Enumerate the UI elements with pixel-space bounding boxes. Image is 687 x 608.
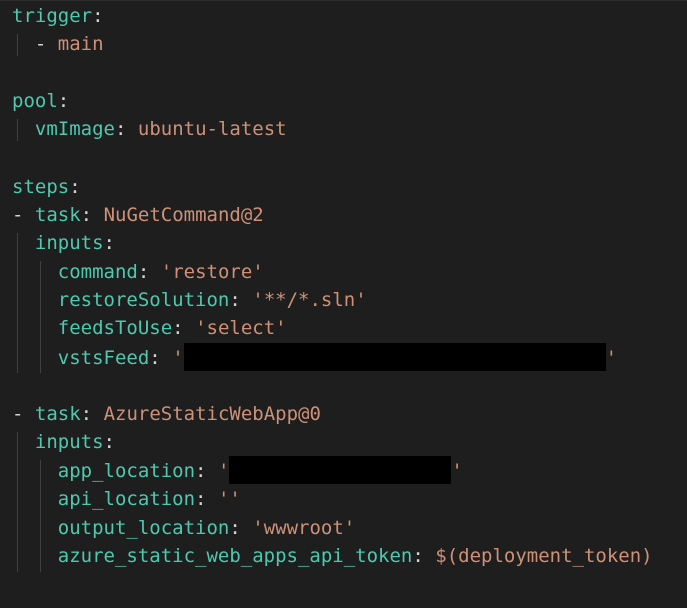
code-line-trigger-item: - main bbox=[34, 33, 104, 55]
code-line-output-location: output_location: 'wwwroot' bbox=[57, 517, 356, 539]
yaml-key: output_location bbox=[57, 517, 230, 539]
code-line-app-location: app_location: ' ' bbox=[12, 455, 463, 484]
code-line-api-token: azure_static_web_apps_api_token: $(deplo… bbox=[57, 545, 653, 567]
yaml-value: 'select' bbox=[195, 317, 287, 339]
yaml-value: '**/*.sln' bbox=[252, 289, 367, 311]
yaml-value: ubuntu-latest bbox=[137, 118, 287, 140]
yaml-value: NuGetCommand@2 bbox=[103, 204, 264, 226]
yaml-value: '' bbox=[217, 488, 241, 510]
redaction-block bbox=[229, 455, 452, 484]
yaml-key: task bbox=[34, 403, 81, 425]
code-line-task1: - task: NuGetCommand@2 bbox=[12, 204, 264, 226]
yaml-key: inputs bbox=[34, 232, 104, 254]
code-line-steps: steps: bbox=[12, 176, 81, 198]
yaml-key: inputs bbox=[34, 431, 104, 453]
yaml-key: trigger bbox=[12, 5, 93, 27]
yaml-key: task bbox=[34, 204, 81, 226]
yaml-key: app_location bbox=[57, 460, 196, 482]
yaml-key: vstsFeed bbox=[57, 347, 150, 369]
code-line-feeds: feedsToUse: 'select' bbox=[57, 317, 287, 339]
yaml-value: $(deployment_token) bbox=[435, 545, 653, 567]
yaml-key: restoreSolution bbox=[57, 289, 230, 311]
code-line-restore-solution: restoreSolution: '**/*.sln' bbox=[57, 289, 367, 311]
yaml-key: feedsToUse bbox=[57, 317, 173, 339]
yaml-key: azure_static_web_apps_api_token bbox=[57, 545, 413, 567]
yaml-key: steps bbox=[12, 176, 70, 198]
yaml-key: vmImage bbox=[34, 118, 115, 140]
code-line-api-location: api_location: '' bbox=[57, 488, 241, 510]
yaml-value: AzureStaticWebApp@0 bbox=[103, 403, 321, 425]
code-line-task2: - task: AzureStaticWebApp@0 bbox=[12, 403, 321, 425]
yaml-value: 'wwwroot' bbox=[252, 517, 356, 539]
yaml-key: command bbox=[57, 261, 138, 283]
code-line-trigger: trigger: bbox=[12, 5, 104, 27]
yaml-key: api_location bbox=[57, 488, 196, 510]
code-line-vmimage: vmImage: ubuntu-latest bbox=[34, 118, 287, 140]
code-line-pool: pool: bbox=[12, 90, 70, 112]
code-line-inputs1: inputs: bbox=[34, 232, 115, 254]
code-line-vsts-feed: vstsFeed: ' ' bbox=[12, 342, 617, 371]
yaml-key: pool bbox=[12, 90, 58, 112]
yaml-value: 'restore' bbox=[160, 261, 264, 283]
code-line-inputs2: inputs: bbox=[34, 431, 115, 453]
redaction-block bbox=[183, 342, 606, 371]
yaml-value: main bbox=[57, 33, 104, 55]
code-editor[interactable]: trigger: - main pool: vmImage: ubuntu-la… bbox=[0, 0, 687, 608]
code-line-command: command: 'restore' bbox=[57, 261, 264, 283]
